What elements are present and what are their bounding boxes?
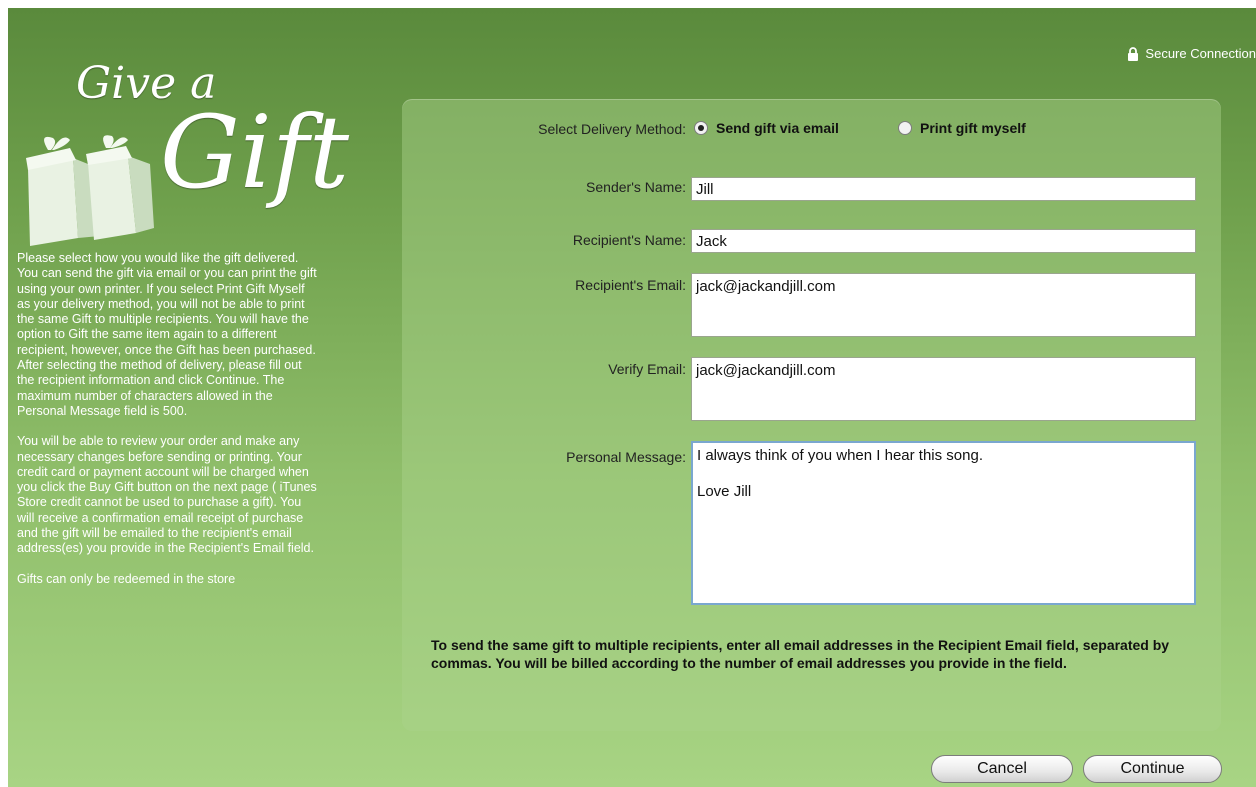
logo-line2: Gift	[160, 94, 350, 211]
give-a-gift-logo: Give a Gift	[18, 58, 349, 258]
lock-icon	[1128, 46, 1139, 61]
gift-page: Secure Connection Give a Gift Please sel…	[8, 8, 1256, 787]
instructions-paragraph-1: Please select how you would like the gif…	[17, 251, 317, 418]
personal-message-label: Personal Message:	[566, 449, 686, 465]
secure-connection-label: Secure Connection	[1145, 46, 1256, 61]
gift-boxes-icon	[26, 135, 154, 246]
sender-name-label: Sender's Name:	[586, 179, 686, 195]
verify-email-label: Verify Email:	[608, 361, 686, 377]
delivery-method-label: Select Delivery Method:	[538, 121, 686, 137]
multiple-recipients-note: To send the same gift to multiple recipi…	[431, 637, 1170, 671]
instructions-text: Please select how you would like the gif…	[17, 251, 317, 602]
recipient-name-label: Recipient's Name:	[572, 232, 686, 248]
gift-form-panel: Select Delivery Method: Send gift via em…	[402, 99, 1221, 731]
radio-print-myself-label: Print gift myself	[920, 120, 1026, 136]
instructions-paragraph-2: You will be able to review your order an…	[17, 434, 317, 556]
sender-name-input[interactable]	[691, 177, 1196, 201]
continue-button[interactable]: Continue	[1083, 755, 1222, 783]
recipient-name-input[interactable]	[691, 229, 1196, 253]
radio-unselected-icon	[898, 121, 912, 135]
instructions-paragraph-3: Gifts can only be redeemed in the store	[17, 571, 236, 586]
radio-print-myself[interactable]: Print gift myself	[898, 120, 1026, 136]
radio-selected-icon	[694, 121, 708, 135]
cancel-button[interactable]: Cancel	[931, 755, 1073, 783]
radio-send-via-email[interactable]: Send gift via email	[694, 120, 839, 136]
verify-email-input[interactable]: jack@jackandjill.com	[691, 357, 1196, 421]
personal-message-input[interactable]: I always think of you when I hear this s…	[691, 441, 1196, 605]
secure-connection-indicator: Secure Connection	[1126, 46, 1256, 61]
radio-send-via-email-label: Send gift via email	[716, 120, 839, 136]
recipient-email-input[interactable]: jack@jackandjill.com	[691, 273, 1196, 337]
recipient-email-label: Recipient's Email:	[575, 277, 686, 293]
